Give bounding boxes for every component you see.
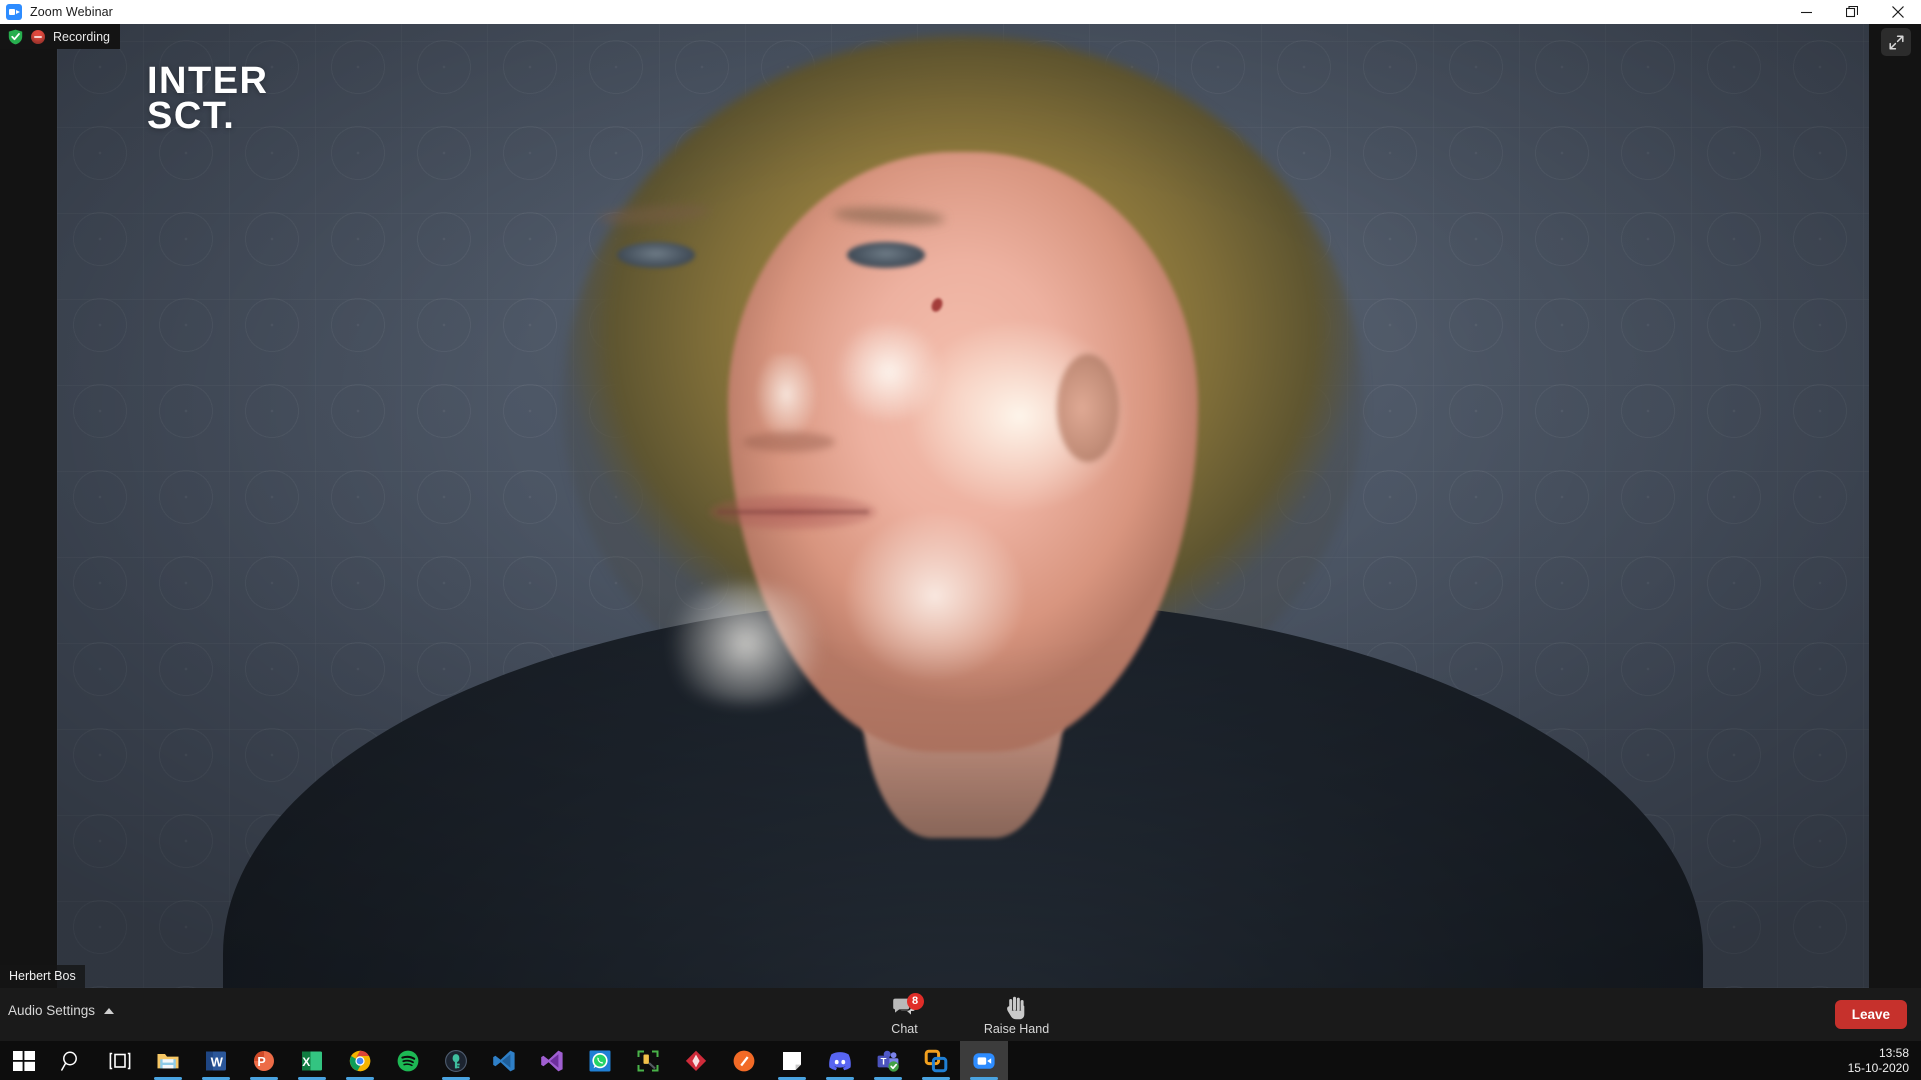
clock-date: 15-10-2020: [1847, 1060, 1909, 1075]
start-button[interactable]: [0, 1041, 48, 1080]
chat-button[interactable]: 8 Chat: [868, 992, 942, 1036]
taskbar-item-vmware[interactable]: [912, 1041, 960, 1080]
taskbar-item-discord[interactable]: [816, 1041, 864, 1080]
taskbar-item-zoom[interactable]: [960, 1041, 1008, 1080]
meeting-status-bar: Recording: [0, 24, 1921, 49]
clock-time: 13:58: [1878, 1045, 1909, 1060]
enter-fullscreen-icon[interactable]: [1881, 28, 1911, 56]
taskbar-item-orange-pen-app[interactable]: [720, 1041, 768, 1080]
chat-label: Chat: [891, 1022, 918, 1036]
video-vignette: [57, 24, 1869, 988]
minimize-button[interactable]: [1783, 0, 1829, 24]
taskbar-item-keepass[interactable]: [432, 1041, 480, 1080]
chevron-up-icon[interactable]: [104, 1007, 115, 1014]
intersct-logo: INTER SCT.: [147, 60, 269, 137]
svg-text:W: W: [211, 1054, 224, 1069]
zoom-camera-icon: [6, 4, 22, 20]
leave-button[interactable]: Leave: [1834, 1000, 1907, 1029]
taskbar-item-word[interactable]: W: [192, 1041, 240, 1080]
status-bar-left-group: Recording: [0, 24, 120, 49]
taskbar-item-powerpoint[interactable]: P: [240, 1041, 288, 1080]
taskbar-item-sticky-notes[interactable]: [768, 1041, 816, 1080]
taskbar-clock[interactable]: 13:58 15-10-2020: [1848, 1046, 1909, 1076]
taskbar-item-visual-studio[interactable]: [528, 1041, 576, 1080]
meeting-toolbar: Audio Settings 8 Chat Raise Hand Leave: [0, 988, 1921, 1041]
audio-settings-button[interactable]: Audio Settings: [8, 1003, 115, 1018]
chat-bubble-icon: 8: [892, 993, 924, 1020]
svg-text:P: P: [257, 1055, 265, 1069]
taskbar-item-vscode[interactable]: [480, 1041, 528, 1080]
search-button[interactable]: [48, 1041, 96, 1080]
taskbar-item-microsoft-teams[interactable]: T: [864, 1041, 912, 1080]
window-controls: [1783, 0, 1921, 24]
windows-taskbar: W P X T 13:58 15-10-2020: [0, 1041, 1921, 1080]
audio-settings-label: Audio Settings: [8, 1003, 96, 1018]
video-stage: INTER SCT. Herbert Bos: [0, 24, 1921, 988]
raise-hand-label: Raise Hand: [983, 1022, 1050, 1036]
svg-text:X: X: [302, 1055, 310, 1069]
close-button[interactable]: [1875, 0, 1921, 24]
task-view-button[interactable]: [96, 1041, 144, 1080]
window-title: Zoom Webinar: [30, 5, 113, 19]
taskbar-item-file-explorer[interactable]: [144, 1041, 192, 1080]
logo-line-1: INTER: [147, 60, 269, 102]
taskbar-item-spotify[interactable]: [384, 1041, 432, 1080]
chat-unread-badge: 8: [906, 993, 924, 1010]
taskbar-item-chrome[interactable]: [336, 1041, 384, 1080]
zoom-meeting-window: INTER SCT. Herbert Bos Recording Audio S…: [0, 24, 1921, 1041]
taskbar-item-excel[interactable]: X: [288, 1041, 336, 1080]
logo-line-2: SCT.: [147, 94, 236, 137]
svg-text:T: T: [881, 1056, 887, 1067]
taskbar-item-red-diamond-app[interactable]: [672, 1041, 720, 1080]
recording-label: Recording: [53, 29, 110, 44]
status-bar-filler: [120, 24, 1921, 49]
raise-hand-icon: [1006, 996, 1028, 1020]
recording-dot-icon[interactable]: [31, 29, 45, 44]
participant-name-label: Herbert Bos: [0, 965, 85, 988]
maximize-button[interactable]: [1829, 0, 1875, 24]
toolbar-center-group: 8 Chat Raise Hand: [868, 992, 1054, 1036]
speaker-video-tile[interactable]: INTER SCT.: [57, 24, 1869, 988]
green-shield-icon[interactable]: [8, 29, 23, 45]
taskbar-item-snip-tool[interactable]: [624, 1041, 672, 1080]
window-title-bar: Zoom Webinar: [0, 0, 1921, 24]
desktop-screen: Zoom Webinar INTER SCT. Herbert Bos Reco…: [0, 0, 1921, 1080]
taskbar-item-whatsapp[interactable]: [576, 1041, 624, 1080]
raise-hand-button[interactable]: Raise Hand: [980, 992, 1054, 1036]
